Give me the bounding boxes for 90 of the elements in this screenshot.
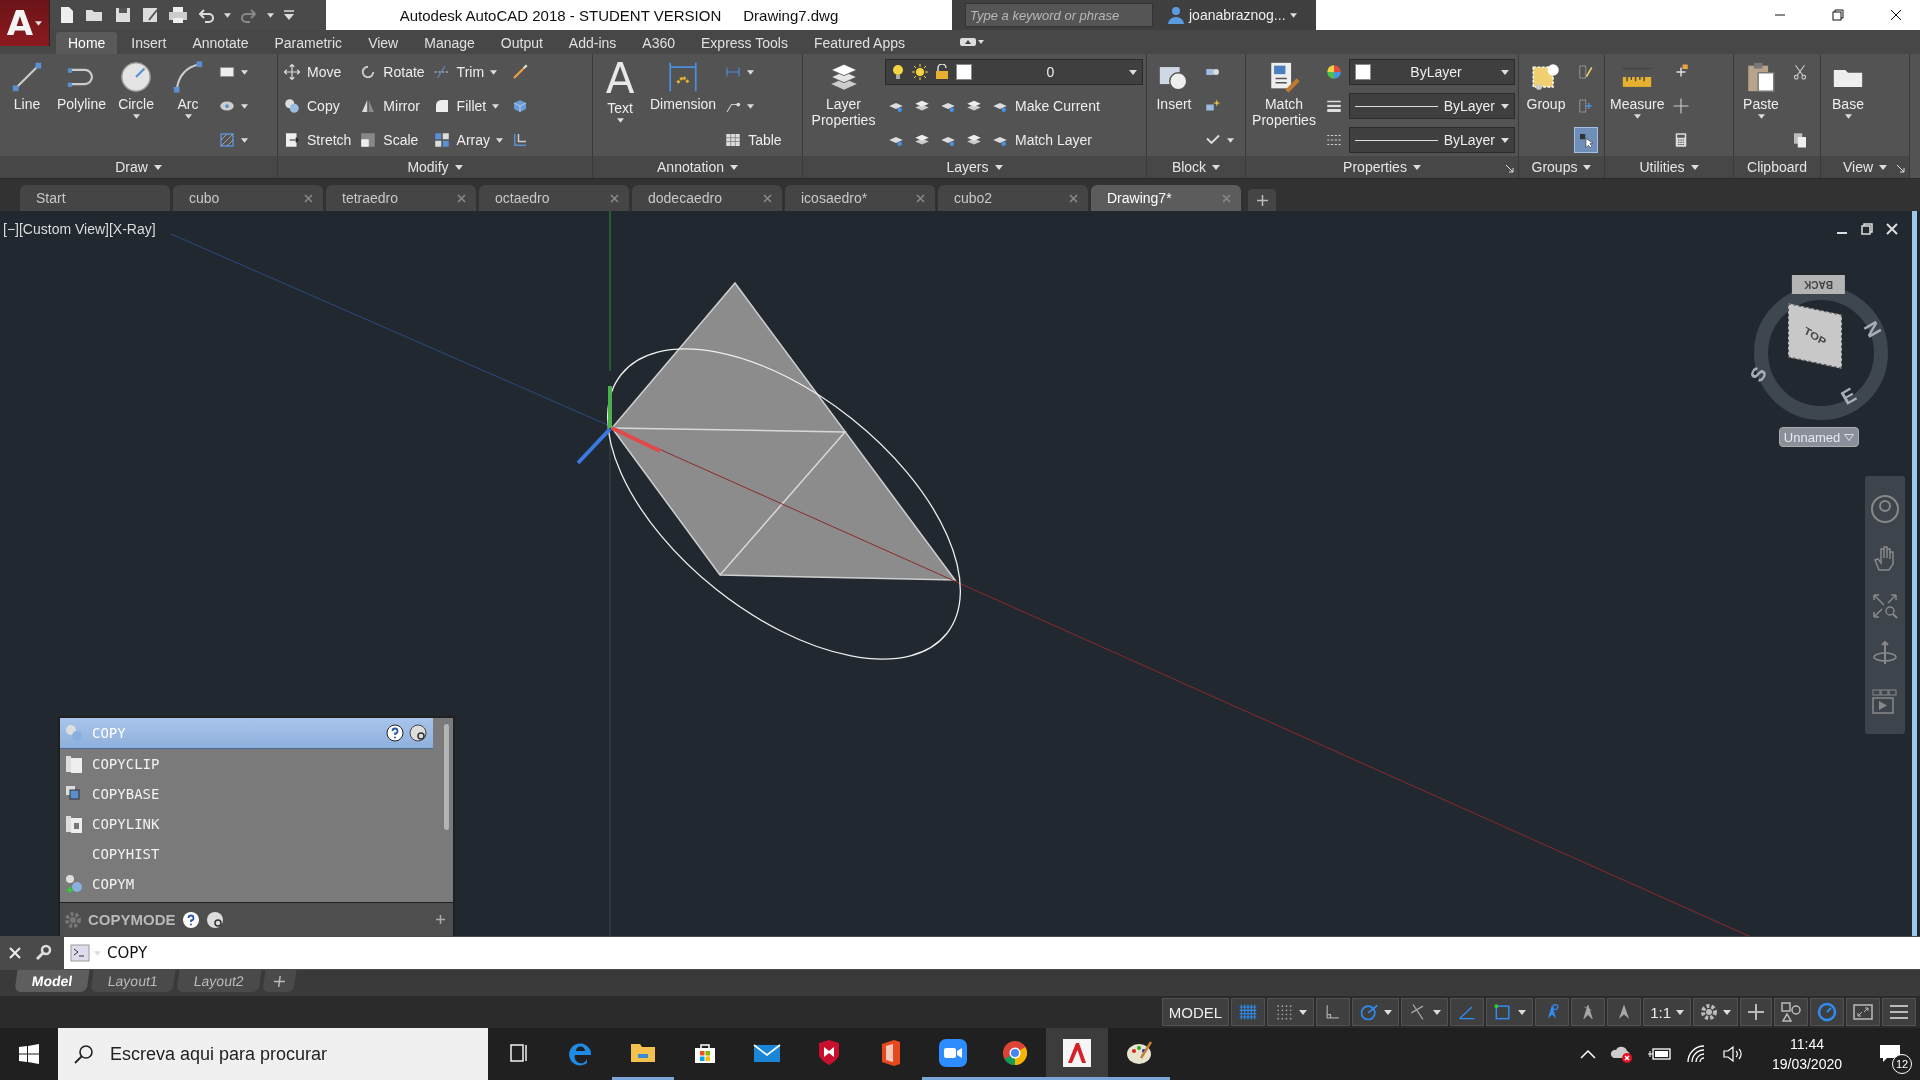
ribbon-button[interactable]: A Text (596, 58, 644, 154)
app-menu-button[interactable]: A (0, 0, 50, 46)
file-tab[interactable]: tetraedro (326, 185, 476, 211)
ribbon-tab[interactable]: Add-ins (556, 32, 629, 54)
notifications-button[interactable]: 12 (1870, 1034, 1910, 1074)
search-field[interactable]: Type a keyword or phrase (965, 3, 1153, 27)
ribbon-button[interactable]: Move (281, 59, 354, 85)
panel-title-button[interactable]: Block (1171, 159, 1221, 175)
line-dropdown[interactable]: ByLayer (1349, 127, 1515, 153)
ribbon-button[interactable]: Fillet (430, 93, 506, 119)
ribbon-button[interactable]: Match Layer (989, 127, 1095, 153)
ribbon-button[interactable]: Dimension (648, 58, 719, 154)
panel-title-button[interactable]: Groups (1531, 159, 1592, 175)
clock-time[interactable]: 11:44 (1789, 1036, 1824, 1052)
panel-title-button[interactable]: Clipboard (1747, 159, 1807, 175)
ribbon-button[interactable]: Copy (281, 93, 354, 119)
layout-tab[interactable]: Model (14, 970, 90, 992)
compass-letter[interactable]: S (1745, 362, 1772, 387)
ribbon-tab[interactable]: Featured Apps (801, 32, 917, 54)
layout-tab[interactable]: Layout1 (90, 970, 176, 992)
ribbon-button[interactable]: Polyline (55, 58, 109, 154)
ribbon-button[interactable]: Rotate (357, 59, 427, 85)
layout-tab[interactable]: Layout2 (176, 970, 262, 992)
ribbon-button[interactable]: Trim (430, 59, 506, 85)
ribbon-button[interactable]: Circle (112, 58, 161, 154)
ribbon-button[interactable]: Make Current (989, 93, 1102, 119)
ribbon-button[interactable]: Mirror (357, 93, 427, 119)
viewport-controls-label[interactable]: [−][Custom View][X-Ray] (3, 221, 156, 237)
ribbon-button[interactable]: Stretch (281, 127, 354, 153)
system-variable-label: COPYMODE (88, 911, 176, 928)
panel-title-button[interactable]: Layers (946, 159, 1003, 175)
panel-title-button[interactable]: View (1842, 159, 1888, 175)
panel-title-button[interactable]: Annotation (657, 159, 738, 175)
document-name: Drawing7.dwg (743, 6, 839, 24)
search-input[interactable]: Escreva aqui para procurar (108, 1042, 472, 1066)
suggestion-item[interactable]: COPYBASE (60, 779, 433, 809)
panel-title-button[interactable]: Utilities (1639, 159, 1699, 175)
compass-letter[interactable]: E (1837, 383, 1861, 410)
ribbon-tab[interactable]: Output (488, 32, 555, 54)
ribbon-button[interactable]: Array (430, 127, 506, 153)
ribbon-button[interactable]: Base (1824, 58, 1872, 154)
ribbon-button[interactable]: Scale (357, 127, 427, 153)
ribbon-button[interactable]: Group (1522, 58, 1570, 154)
color-dropdown[interactable]: ByLayer (1349, 59, 1515, 85)
ribbon-button[interactable]: Match Properties (1249, 58, 1319, 154)
suggestion-item[interactable]: COPYCLIP (60, 749, 433, 779)
ribbon-tab[interactable]: A360 (630, 32, 687, 54)
ribbon-button[interactable]: Table (722, 127, 784, 153)
file-tab[interactable]: Start (20, 185, 170, 211)
compass-letter[interactable]: N (1858, 317, 1886, 342)
file-tab[interactable]: octaedro (479, 185, 629, 211)
panel-title-button[interactable]: Modify (407, 159, 463, 175)
ribbon-button[interactable]: Measure (1608, 58, 1667, 154)
ribbon-button[interactable]: Line (3, 58, 51, 154)
file-tab[interactable]: dodecaedro (632, 185, 782, 211)
ribbon-tab[interactable]: Annotate (180, 32, 261, 54)
ribbon-tab[interactable]: Manage (412, 32, 487, 54)
command-line-field[interactable]: COPY (64, 937, 1920, 969)
file-tab[interactable]: cubo2 (938, 185, 1088, 211)
suggestion-item[interactable]: COPYLINK (60, 809, 433, 839)
view-cube[interactable]: TOP (1788, 303, 1842, 369)
file-tab[interactable]: cubo (173, 185, 323, 211)
annotation-scale-dropdown[interactable]: 1:1 (1643, 998, 1691, 1026)
line-dropdown[interactable]: ByLayer (1349, 93, 1515, 119)
ribbon-button[interactable]: Layer Properties (806, 58, 881, 154)
ribbon-tab[interactable]: Parametric (262, 32, 355, 54)
ribbon-button[interactable]: Arc (164, 58, 213, 154)
panel-title-button[interactable]: Properties (1343, 159, 1421, 175)
ribbon-button[interactable]: Insert (1150, 58, 1198, 154)
file-tab[interactable]: Drawing7* (1091, 185, 1241, 211)
ribbon-tab[interactable]: Express Tools (689, 32, 800, 54)
command-input[interactable]: COPY (105, 943, 509, 963)
notification-count: 12 (1892, 1054, 1912, 1074)
ribbon-tab[interactable]: Insert (119, 32, 179, 54)
window-title: Autodesk AutoCAD 2018 - STUDENT VERSION (399, 6, 722, 24)
taskbar-search-field[interactable]: Escreva aqui para procurar (58, 1028, 488, 1080)
ribbon-button[interactable]: Paste (1737, 58, 1785, 154)
cube-face-label: BACK (1792, 275, 1845, 294)
user-menu[interactable]: joanabraznog... (1167, 6, 1297, 24)
clock-date[interactable]: 19/03/2020 (1771, 1056, 1842, 1072)
model-space-button[interactable]: MODEL (1161, 998, 1230, 1026)
suggestion-item[interactable]: COPYM (60, 869, 433, 899)
text-glyph-icon: A (605, 60, 635, 98)
ribbon-tab[interactable]: Home (56, 32, 118, 54)
layer-dropdown[interactable]: 0 (885, 59, 1143, 85)
ribbon-tab[interactable]: View (356, 32, 411, 54)
file-tab[interactable]: icosaedro* (785, 185, 935, 211)
suggestion-item[interactable]: COPYHIST (60, 839, 433, 869)
panel-title-button[interactable]: Draw (115, 159, 162, 175)
cube-face-label: TOP (1802, 324, 1828, 348)
